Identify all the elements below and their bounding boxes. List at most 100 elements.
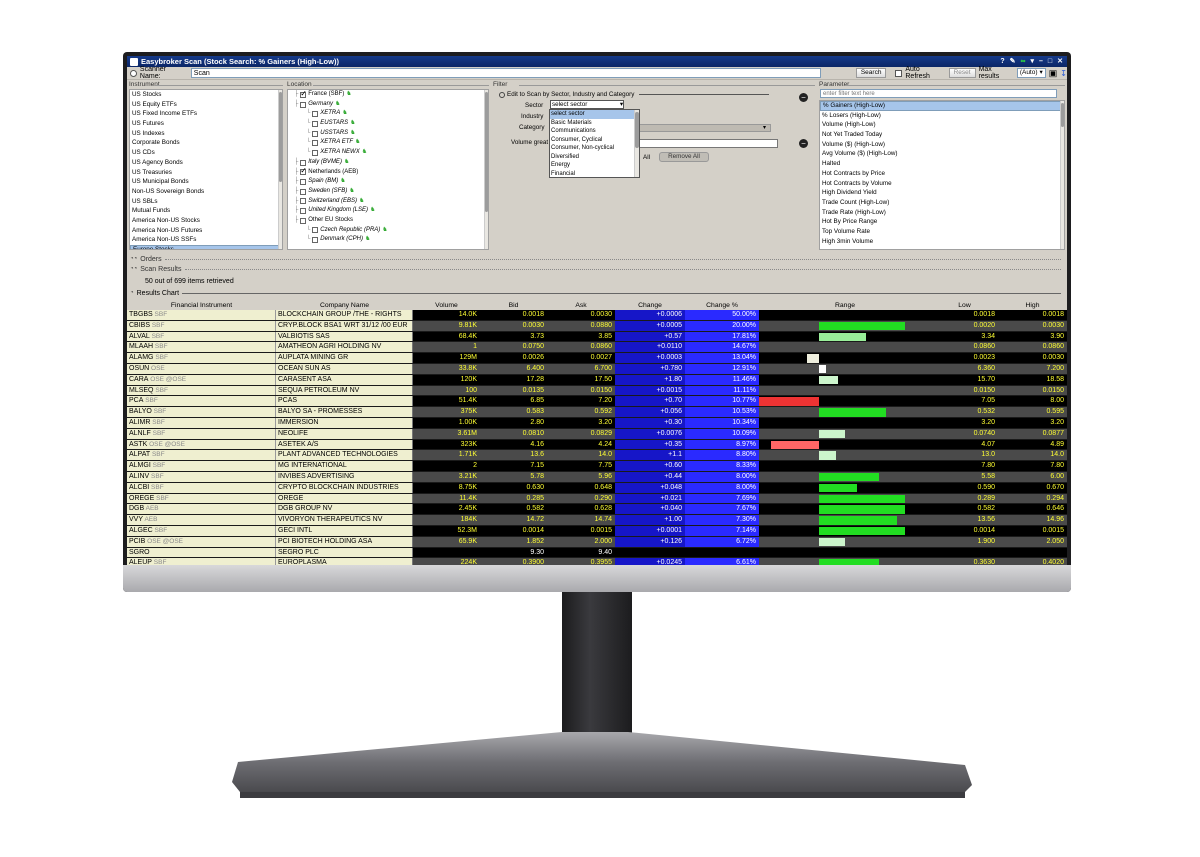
instrument-cell[interactable]: OSUN OSE [127, 363, 276, 374]
instrument-cell[interactable]: ALPAT SBF [127, 450, 276, 461]
instrument-cell[interactable]: ALVAL SBF [127, 331, 276, 342]
location-checkbox[interactable] [300, 159, 307, 166]
instrument-cell[interactable]: TBGBS SBF [127, 310, 276, 320]
instrument-cell[interactable]: PCA SBF [127, 396, 276, 407]
location-checkbox[interactable] [312, 120, 319, 127]
instrument-cell[interactable]: VVY AEB [127, 515, 276, 525]
instrument-item[interactable]: Europe Stocks [130, 245, 282, 249]
close-icon[interactable]: ✕ [1057, 56, 1063, 67]
parameter-item[interactable]: High 3min Volume [820, 237, 1064, 247]
table-row[interactable]: TBGBS SBF BLOCKCHAIN GROUP /THE - RIGHTS 1… [127, 310, 1067, 321]
auto-refresh-checkbox[interactable] [895, 69, 903, 77]
location-item[interactable]: └ XETRA ETF ♞ [288, 138, 488, 148]
table-row[interactable]: ALINV SBF INVIBES ADVERTISING 3.21K 5.78 5.9… [127, 471, 1067, 483]
instrument-cell[interactable]: CARA OSE @OSE [127, 374, 276, 385]
instrument-item[interactable]: America Non-US SSFs [130, 235, 282, 245]
location-checkbox[interactable] [300, 179, 307, 186]
sector-option[interactable]: Diversified [550, 153, 639, 162]
location-item[interactable]: ├ Spain (BM) ♞ [288, 177, 488, 187]
parameter-item[interactable]: Avg Volume ($) (High-Low) [820, 149, 1064, 159]
column-header[interactable]: Volume [413, 301, 480, 310]
volume-input[interactable] [626, 139, 778, 148]
table-row[interactable]: ALVAL SBF VALBIOTIS SAS 68.4K 3.73 3.85 +0.57… [127, 331, 1067, 343]
instrument-item[interactable]: US Futures [130, 119, 282, 129]
parameter-item[interactable]: % Losers (High-Low) [820, 111, 1064, 121]
parameter-item[interactable]: Hot By Price Range [820, 217, 1064, 227]
location-item[interactable]: └ EUSTARS ♞ [288, 119, 488, 129]
instrument-cell[interactable]: MLSEQ SBF [127, 385, 276, 396]
location-item[interactable]: └ USSTARS ♞ [288, 129, 488, 139]
instrument-cell[interactable]: ASTK OSE @OSE [127, 439, 276, 450]
instrument-cell[interactable]: DGB AEB [127, 504, 276, 515]
column-header[interactable]: Range [759, 301, 931, 310]
parameter-item[interactable]: Trade Count (High-Low) [820, 198, 1064, 208]
column-header[interactable]: Ask [547, 301, 615, 310]
location-checkbox[interactable] [312, 140, 319, 147]
location-item[interactable]: ├ Switzerland (EBS) ♞ [288, 197, 488, 207]
table-row[interactable]: SGRO SEGRO PLC 9.30 9.40 [127, 547, 1067, 559]
table-row[interactable]: ALNLF SBF NEOLIFE 3.61M 0.0810 0.0829 +0.0076… [127, 428, 1067, 440]
location-item[interactable]: ├ Sweden (SFB) ♞ [288, 187, 488, 197]
location-checkbox[interactable] [300, 217, 307, 224]
table-row[interactable]: MLSEQ SBF SEQUA PETROLEUM NV 100 0.0135 0.01… [127, 385, 1067, 397]
instrument-cell[interactable]: SGRO [127, 547, 276, 558]
parameter-item[interactable]: Hot Contracts by Volume [820, 179, 1064, 189]
table-row[interactable]: PCIB OSE @OSE PCI BIOTECH HOLDING ASA 65.9… [127, 536, 1067, 548]
sector-select[interactable]: select sector ▾ [550, 100, 624, 109]
location-checkbox[interactable] [300, 198, 307, 205]
column-header[interactable]: Company Name [276, 301, 413, 310]
instrument-cell[interactable]: ALINV SBF [127, 471, 276, 482]
column-header[interactable]: Bid [480, 301, 547, 310]
instrument-item[interactable]: Non-US Sovereign Bonds [130, 187, 282, 197]
save-icon[interactable]: ▣ [1049, 68, 1058, 79]
maximize-icon[interactable]: □ [1048, 56, 1052, 67]
parameter-item[interactable]: Halted [820, 159, 1064, 169]
sector-dropdown-scrollbar[interactable] [634, 110, 639, 177]
column-header[interactable]: Change % [685, 301, 759, 310]
minimize-icon[interactable]: – [1039, 56, 1043, 67]
location-item[interactable]: ├ Germany ♞ [288, 100, 488, 110]
table-row[interactable]: ALCBI SBF CRYPTO BLOCKCHAIN INDUSTRIES 8.7… [127, 482, 1067, 494]
sector-option[interactable]: Basic Materials [550, 119, 639, 128]
instrument-cell[interactable]: CBIBS SBF [127, 320, 276, 331]
column-header[interactable]: Financial Instrument [127, 301, 276, 310]
table-row[interactable]: PCA SBF PCAS 51.4K 6.85 7.20 +0.70 10.77% 7.05 8… [127, 396, 1067, 408]
table-row[interactable]: DGB AEB DGB GROUP NV 2.45K 0.582 0.628 +0.040… [127, 504, 1067, 516]
instrument-item[interactable]: US Indexes [130, 129, 282, 139]
instrument-item[interactable]: US Equity ETFs [130, 100, 282, 110]
parameter-item[interactable]: Top Volume Rate [820, 227, 1064, 237]
location-item[interactable]: └ XETRA ♞ [288, 109, 488, 119]
location-scrollbar[interactable] [484, 90, 488, 249]
parameter-item[interactable]: Trade Rate (High-Low) [820, 208, 1064, 218]
parameter-item[interactable]: Hot Contracts by Price [820, 169, 1064, 179]
table-row[interactable]: MLAAH SBF AMATHEON AGRI HOLDING NV 1 0.0750… [127, 342, 1067, 354]
location-item[interactable]: └ Czech Republic (PRA) ♞ [288, 226, 488, 236]
table-row[interactable]: ALMGI SBF MG INTERNATIONAL 2 7.15 7.75 +0.60 8… [127, 461, 1067, 472]
dropdown-icon[interactable]: ▾ [1030, 56, 1034, 67]
instrument-item[interactable]: US Municipal Bonds [130, 177, 282, 187]
location-item[interactable]: ├ France (SBF)♞ [288, 90, 488, 100]
scan-results-expand-icon[interactable]: ◔◔ [130, 266, 137, 272]
scanner-name-input[interactable] [190, 68, 821, 78]
remove-volume-icon[interactable]: − [799, 139, 808, 148]
pin-icon[interactable]: ↧ [1060, 69, 1067, 78]
instrument-cell[interactable]: ALNLF SBF [127, 428, 276, 439]
instrument-item[interactable]: US Treasuries [130, 168, 282, 178]
table-row[interactable]: OREGE SBF OREGE 11.4K 0.285 0.290 +0.021 7.69%… [127, 493, 1067, 505]
category-select[interactable] [626, 124, 771, 132]
location-item[interactable]: ├ United Kingdom (LSE) ♞ [288, 206, 488, 216]
sector-option[interactable]: Communications [550, 127, 639, 136]
table-row[interactable]: OSUN OSE OCEAN SUN AS 33.8K 6.400 6.700 +0.78… [127, 363, 1067, 375]
column-header[interactable]: Change [615, 301, 685, 310]
location-checkbox[interactable] [300, 166, 307, 176]
location-checkbox[interactable] [300, 90, 307, 99]
instrument-cell[interactable]: ALIMR SBF [127, 417, 276, 428]
orders-expand-icon[interactable]: ◔◔ [130, 256, 137, 262]
parameter-scrollbar[interactable] [1060, 101, 1064, 249]
location-checkbox[interactable] [300, 208, 307, 215]
instrument-item[interactable]: US Agency Bonds [130, 158, 282, 168]
instrument-item[interactable]: Mutual Funds [130, 206, 282, 216]
reset-button[interactable]: Reset [948, 68, 976, 78]
add-all-label[interactable]: All [643, 154, 650, 161]
parameter-search-input[interactable]: enter filter text here [820, 89, 1057, 98]
